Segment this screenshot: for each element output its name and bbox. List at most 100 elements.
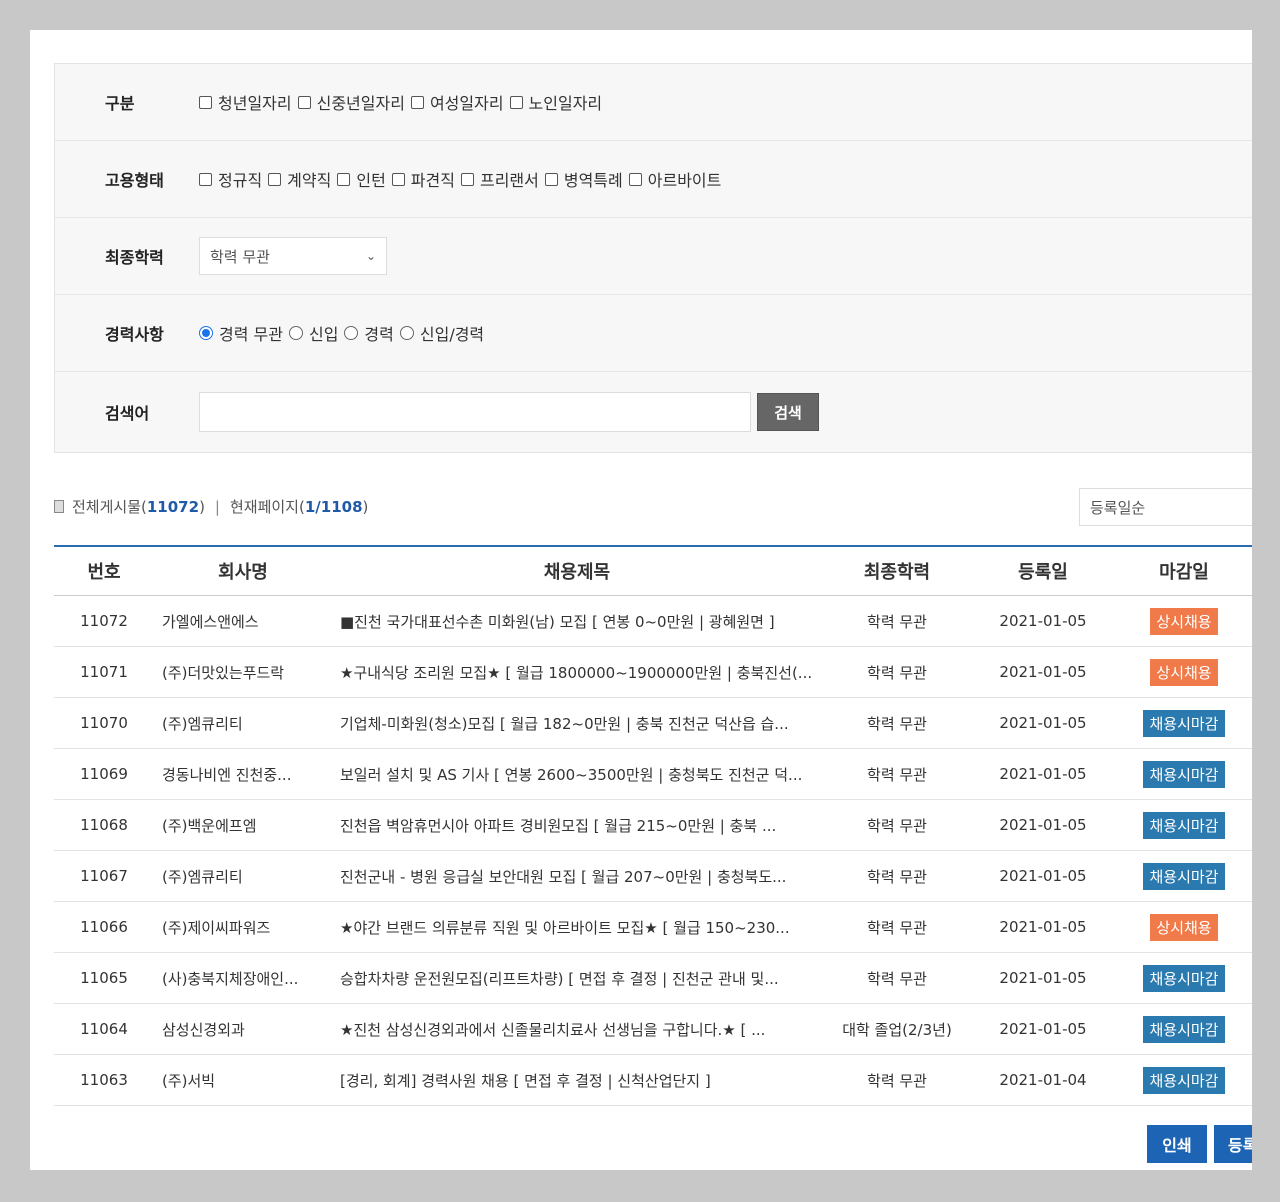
education-select[interactable]: 학력 무관 ⌄	[199, 237, 387, 275]
career-option-both[interactable]: 신입/경력	[399, 321, 484, 345]
cell-no: 11068	[80, 816, 128, 834]
cell-deadline: 채용시마감	[1114, 964, 1252, 992]
checkbox[interactable]	[544, 172, 558, 186]
category-options: 청년일자리 신중년일자리 여성일자리 노인일자리	[199, 90, 608, 114]
cell-company[interactable]: (주)제이씨파워즈	[154, 917, 332, 938]
employment-options: 정규직 계약직 인턴 파견직 프리랜서 병역특례 아르바이트	[199, 167, 727, 191]
cell-date: 2021-01-05	[999, 918, 1087, 936]
table-row[interactable]: 11068 (주)백운에프엠 진천읍 벽암휴먼시아 아파트 경비원모집 [ 월급…	[54, 800, 1252, 851]
cell-company[interactable]: (주)엠큐리티	[154, 866, 332, 887]
cell-title-link[interactable]: ★구내식당 조리원 모집★ [ 월급 1800000~1900000만원 | 충…	[332, 662, 822, 683]
cell-title-link[interactable]: 기업체-미화원(청소)모집 [ 월급 182~0만원 | 충북 진천군 덕산읍 …	[332, 713, 822, 734]
table-row[interactable]: 11064 삼성신경외과 ★진천 삼성신경외과에서 신졸물리치료사 선생님을 구…	[54, 1004, 1252, 1055]
checkbox[interactable]	[509, 95, 523, 109]
cell-no: 11069	[80, 765, 128, 783]
table-row[interactable]: 11072 가엘에스앤에스 ■진천 국가대표선수촌 미화원(남) 모집 [ 연봉…	[54, 596, 1252, 647]
table-row[interactable]: 11070 (주)엠큐리티 기업체-미화원(청소)모집 [ 월급 182~0만원…	[54, 698, 1252, 749]
header-no: 번호	[87, 562, 121, 583]
cell-no: 11066	[80, 918, 128, 936]
category-option-middle-age[interactable]: 신중년일자리	[297, 90, 405, 114]
table-row[interactable]: 11069 경동나비엔 진천중... 보일러 설치 및 AS 기사 [ 연봉 2…	[54, 749, 1252, 800]
checkbox[interactable]	[337, 172, 351, 186]
checkbox[interactable]	[199, 95, 212, 109]
cell-date: 2021-01-05	[999, 969, 1087, 987]
employment-option-fulltime[interactable]: 정규직	[199, 167, 262, 191]
register-button[interactable]: 등록	[1214, 1125, 1252, 1163]
cell-title-link[interactable]: [경리, 회계] 경력사원 채용 [ 면접 후 결정 | 신척산업단지 ]	[332, 1070, 822, 1091]
cell-deadline: 채용시마감	[1114, 760, 1252, 788]
cell-company[interactable]: (주)엠큐리티	[154, 713, 332, 734]
employment-option-freelancer[interactable]: 프리랜서	[460, 167, 539, 191]
category-option-senior[interactable]: 노인일자리	[509, 90, 602, 114]
filter-row-search: 검색어 검색	[55, 372, 1252, 452]
cell-company[interactable]: (주)백운에프엠	[154, 815, 332, 836]
radio[interactable]	[344, 326, 359, 340]
employment-option-parttime[interactable]: 아르바이트	[628, 167, 721, 191]
filter-row-education: 최종학력 학력 무관 ⌄	[55, 218, 1252, 295]
cell-deadline: 채용시마감	[1114, 1015, 1252, 1043]
cell-company[interactable]: (사)충북지체장애인...	[154, 968, 332, 989]
category-option-women[interactable]: 여성일자리	[410, 90, 504, 114]
table-row[interactable]: 11071 (주)더맛있는푸드락 ★구내식당 조리원 모집★ [ 월급 1800…	[54, 647, 1252, 698]
cell-date: 2021-01-05	[999, 612, 1087, 630]
header-education: 최종학력	[863, 562, 931, 583]
checkbox[interactable]	[410, 95, 424, 109]
cell-title-link[interactable]: ★야간 브랜드 의류분류 직원 및 아르바이트 모집★ [ 월급 150~230…	[332, 917, 822, 938]
cell-education: 학력 무관	[867, 765, 927, 784]
career-option-experienced[interactable]: 경력	[344, 321, 394, 345]
checkbox[interactable]	[628, 172, 642, 186]
cell-education: 학력 무관	[867, 969, 927, 988]
search-button[interactable]: 검색	[757, 393, 819, 431]
employment-option-military[interactable]: 병역특례	[544, 167, 623, 191]
category-option-youth[interactable]: 청년일자리	[199, 90, 292, 114]
cell-title-link[interactable]: 보일러 설치 및 AS 기사 [ 연봉 2600~3500만원 | 충청북도 진…	[332, 764, 822, 785]
career-option-any[interactable]: 경력 무관	[199, 321, 283, 345]
checkbox[interactable]	[460, 172, 474, 186]
checkbox[interactable]	[199, 172, 212, 186]
employment-option-dispatch[interactable]: 파견직	[391, 167, 455, 191]
status-badge: 채용시마감	[1143, 811, 1225, 839]
checkbox[interactable]	[297, 95, 311, 109]
cell-deadline: 채용시마감	[1114, 1066, 1252, 1094]
search-input[interactable]	[199, 392, 751, 432]
career-option-new[interactable]: 신입	[288, 321, 338, 345]
table-row[interactable]: 11065 (사)충북지체장애인... 승합차차량 운전원모집(리프트차량) […	[54, 953, 1252, 1004]
post-count-info: 전체게시물(11072) | 현재페이지(1/1108)	[54, 496, 368, 517]
checkbox[interactable]	[391, 172, 405, 186]
cell-title-link[interactable]: 승합차차량 운전원모집(리프트차량) [ 면접 후 결정 | 진천군 관내 및.…	[332, 968, 822, 989]
print-button[interactable]: 인쇄	[1147, 1125, 1207, 1163]
cell-company[interactable]: (주)서빅	[154, 1070, 332, 1091]
cell-company[interactable]: 삼성신경외과	[154, 1019, 332, 1040]
employment-option-contract[interactable]: 계약직	[268, 167, 331, 191]
cell-title-link[interactable]: ★진천 삼성신경외과에서 신졸물리치료사 선생님을 구합니다.★ [ ...	[332, 1019, 822, 1040]
filter-label-education: 최종학력	[105, 248, 164, 267]
cell-education: 학력 무관	[867, 816, 927, 835]
radio[interactable]	[399, 326, 414, 340]
employment-option-intern[interactable]: 인턴	[337, 167, 386, 191]
cell-company[interactable]: 가엘에스앤에스	[154, 611, 332, 632]
filter-panel: 구분 청년일자리 신중년일자리 여성일자리 노인일자리 고용형태 정규직 계약직…	[54, 63, 1252, 453]
table-row[interactable]: 11067 (주)엠큐리티 진천군내 - 병원 응급실 보안대원 모집 [ 월급…	[54, 851, 1252, 902]
cell-date: 2021-01-05	[999, 765, 1087, 783]
radio[interactable]	[288, 326, 303, 340]
cell-company[interactable]: (주)더맛있는푸드락	[154, 662, 332, 683]
sort-select[interactable]: 등록일순	[1079, 488, 1252, 526]
job-table: 번호 회사명 채용제목 최종학력 등록일 마감일 11072 가엘에스앤에스 ■…	[54, 545, 1252, 1106]
career-options: 경력 무관 신입 경력 신입/경력	[199, 321, 490, 345]
cell-deadline: 채용시마감	[1114, 709, 1252, 737]
cell-title-link[interactable]: ■진천 국가대표선수촌 미화원(남) 모집 [ 연봉 0~0만원 | 광혜원면 …	[332, 611, 822, 632]
table-row[interactable]: 11066 (주)제이씨파워즈 ★야간 브랜드 의류분류 직원 및 아르바이트 …	[54, 902, 1252, 953]
cell-deadline: 상시채용	[1114, 607, 1252, 635]
filter-label-search: 검색어	[105, 404, 150, 423]
cell-education: 학력 무관	[867, 612, 927, 631]
checkbox[interactable]	[268, 172, 282, 186]
cell-company[interactable]: 경동나비엔 진천중...	[154, 764, 332, 785]
filter-row-career: 경력사항 경력 무관 신입 경력 신입/경력	[55, 295, 1252, 372]
cell-title-link[interactable]: 진천군내 - 병원 응급실 보안대원 모집 [ 월급 207~0만원 | 충청북…	[332, 866, 822, 887]
document-icon	[54, 500, 64, 513]
cell-title-link[interactable]: 진천읍 벽암휴먼시아 아파트 경비원모집 [ 월급 215~0만원 | 충북 .…	[332, 815, 822, 836]
radio[interactable]	[199, 326, 213, 340]
page-container: 구분 청년일자리 신중년일자리 여성일자리 노인일자리 고용형태 정규직 계약직…	[30, 30, 1252, 1170]
table-row[interactable]: 11063 (주)서빅 [경리, 회계] 경력사원 채용 [ 면접 후 결정 |…	[54, 1055, 1252, 1106]
status-badge: 채용시마감	[1143, 862, 1225, 890]
